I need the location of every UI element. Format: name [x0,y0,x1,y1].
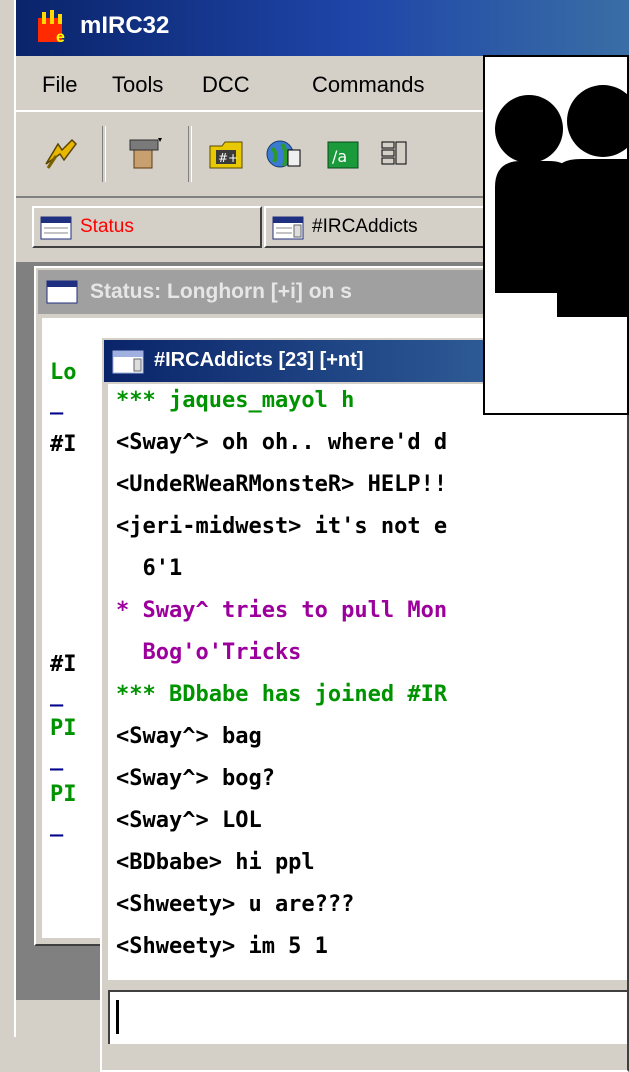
svg-text:/a: /a [332,147,347,166]
options-icon[interactable] [126,136,164,172]
window-title: mIRC32 [80,12,170,39]
users-icon [495,85,629,317]
message-line: <Shweety> im 5 1 [116,934,328,959]
message-line: <jeri-midwest> it's not e [116,514,448,539]
menu-commands[interactable]: Commands [312,72,424,98]
svg-text:#+: #+ [218,151,238,165]
list-icon[interactable] [378,136,416,172]
status-line: _ [50,812,64,837]
message-line: <Sway^> oh oh.. where'd d [116,430,448,455]
message-line: Bog'o'Tricks [116,640,302,665]
toolbar-separator [188,126,192,182]
menu-dcc[interactable]: DCC [202,72,250,98]
alias-icon[interactable]: /a [324,136,362,172]
status-window-icon [46,280,78,304]
channel-window[interactable]: #IRCAddicts [23] [+nt] *** jaques_mayol … [100,336,629,1072]
status-line: #I [50,432,77,457]
channels-folder-icon[interactable]: #+ [208,136,246,172]
status-line: PI [50,716,77,741]
switch-status-label: Status [80,216,134,237]
switch-channel[interactable]: #IRCAddicts [264,206,514,248]
text-caret [116,1000,119,1034]
message-line: <Sway^> bag [116,724,262,749]
message-line: <Sway^> LOL [116,808,262,833]
server-globe-icon[interactable] [264,136,302,172]
message-line: 6'1 [116,556,183,581]
message-line: <UndeRWeaRMonsteR> HELP!! [116,472,448,497]
status-line: PI [50,782,77,807]
message-line: <Sway^> bog? [116,766,275,791]
user-popup[interactable] [483,55,629,415]
status-line: _ [50,390,64,415]
status-line: _ [50,682,64,707]
message-line: <Shweety> u are??? [116,892,355,917]
mirc-logo-icon: e [38,10,65,44]
channel-window-title: #IRCAddicts [23] [+nt] [154,349,364,371]
status-line: Lo [50,360,77,385]
channel-message-area[interactable]: *** jaques_mayol h <Sway^> oh oh.. where… [108,384,627,980]
connect-icon[interactable] [42,136,80,172]
channel-window-icon [272,216,304,240]
message-line: *** BDbabe has joined #IR [116,682,448,707]
message-line: <BDbabe> hi ppl [116,850,315,875]
menu-file[interactable]: File [42,72,77,98]
channel-window-icon [112,350,144,374]
switch-channel-label: #IRCAddicts [312,216,418,237]
status-line: #I [50,652,77,677]
status-line: _ [50,746,64,771]
title-bar[interactable]: e mIRC32 [16,0,629,56]
status-window-icon [40,216,72,240]
toolbar-separator [102,126,106,182]
status-window-title: Status: Longhorn [+i] on s [90,280,352,303]
message-line: *** jaques_mayol h [116,388,355,413]
message-input[interactable] [108,990,627,1044]
svg-text:e: e [56,29,65,44]
message-line: * Sway^ tries to pull Mon [116,598,448,623]
switch-status[interactable]: Status [32,206,262,248]
menu-tools[interactable]: Tools [112,72,163,98]
